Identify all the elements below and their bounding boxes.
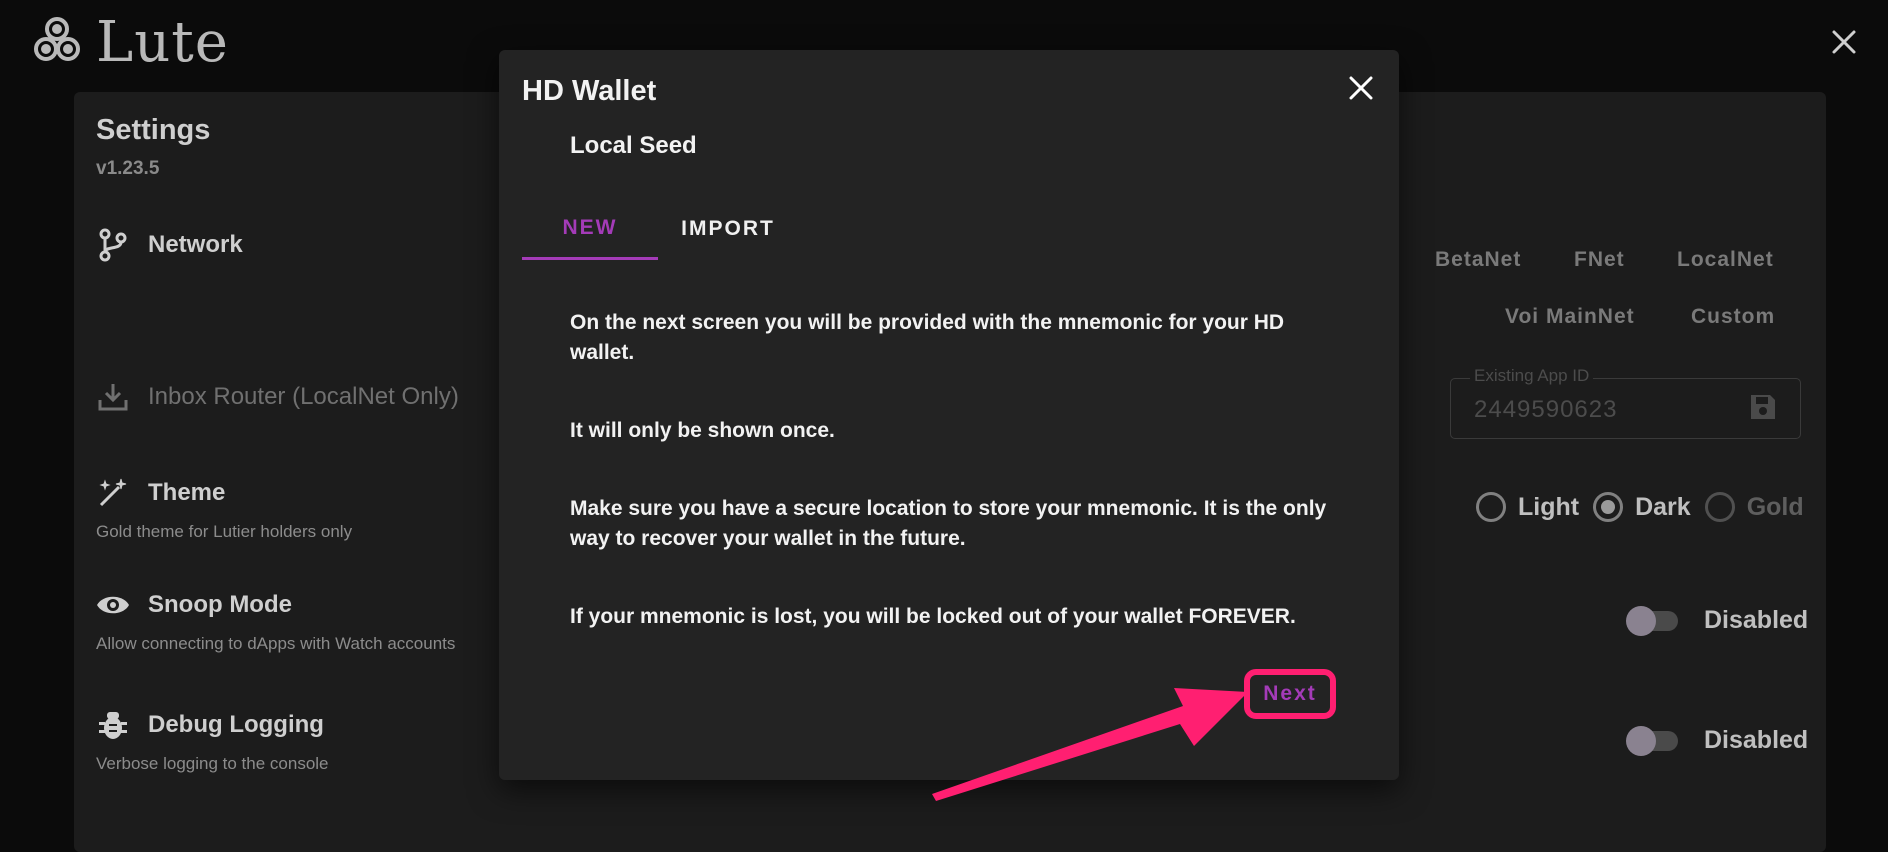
close-icon bbox=[1349, 76, 1373, 105]
info-paragraph: Make sure you have a secure location to … bbox=[570, 497, 1327, 550]
dialog-title: HD Wallet bbox=[522, 75, 657, 107]
magic-wand-icon bbox=[96, 476, 130, 510]
setting-inbox-router: Inbox Router (LocalNet Only) bbox=[96, 380, 459, 414]
setting-network: Network bbox=[96, 228, 243, 262]
next-button-highlight: Next bbox=[1244, 669, 1336, 719]
theme-radio-light[interactable] bbox=[1476, 492, 1506, 522]
snoop-mode-toggle[interactable] bbox=[1626, 605, 1682, 636]
setting-snoop-mode: Snoop Mode Allow connecting to dApps wit… bbox=[96, 588, 455, 654]
theme-description: Gold theme for Lutier holders only bbox=[96, 522, 353, 541]
close-icon bbox=[1831, 29, 1857, 60]
download-icon bbox=[96, 380, 130, 414]
hd-wallet-dialog: HD Wallet Local Seed NEW IMPORT On the n… bbox=[499, 50, 1399, 780]
theme-option-light-label: Light bbox=[1518, 492, 1580, 521]
warning-suffix: . bbox=[1289, 605, 1296, 628]
triskelion-icon bbox=[28, 11, 86, 74]
debug-logging-description: Verbose logging to the console bbox=[96, 754, 329, 773]
setting-debug-logging: Debug Logging Verbose logging to the con… bbox=[96, 708, 329, 774]
next-button[interactable]: Next bbox=[1257, 681, 1323, 707]
existing-app-id-value: 2449590623 bbox=[1474, 396, 1618, 423]
settings-title: Settings bbox=[96, 114, 211, 146]
network-chip-betanet[interactable]: BetaNet bbox=[1435, 248, 1521, 272]
network-chip-fnet[interactable]: FNet bbox=[1574, 248, 1625, 272]
seed-tabs: NEW IMPORT bbox=[522, 198, 798, 260]
save-icon[interactable] bbox=[1748, 392, 1778, 427]
eye-icon bbox=[96, 588, 130, 622]
debug-logging-toggle[interactable] bbox=[1626, 725, 1682, 756]
theme-options: Light Dark Gold bbox=[1476, 492, 1818, 522]
debug-logging-toggle-row: Disabled bbox=[1626, 725, 1809, 756]
bug-icon bbox=[96, 708, 130, 742]
branch-icon bbox=[96, 228, 130, 262]
snoop-mode-description: Allow connecting to dApps with Watch acc… bbox=[96, 634, 456, 653]
info-paragraph: On the next screen you will be provided … bbox=[570, 311, 1285, 364]
theme-label: Theme bbox=[148, 479, 226, 506]
network-chip-voi-mainnet[interactable]: Voi MainNet bbox=[1505, 305, 1635, 329]
theme-radio-dark[interactable] bbox=[1593, 492, 1624, 522]
debug-logging-label: Debug Logging bbox=[148, 711, 324, 738]
snoop-mode-state: Disabled bbox=[1704, 605, 1809, 634]
snoop-mode-toggle-row: Disabled bbox=[1626, 605, 1809, 636]
dialog-body: On the next screen you will be provided … bbox=[570, 308, 1330, 680]
setting-theme: Theme Gold theme for Lutier holders only bbox=[96, 476, 352, 542]
tab-import[interactable]: IMPORT bbox=[658, 198, 798, 260]
theme-option-dark-label: Dark bbox=[1635, 492, 1691, 521]
existing-app-id-label: Existing App ID bbox=[1470, 366, 1594, 386]
debug-logging-state: Disabled bbox=[1704, 725, 1809, 754]
inbox-router-label: Inbox Router (LocalNet Only) bbox=[148, 383, 459, 410]
warning-paragraph: If your mnemonic is lost, you will be lo… bbox=[570, 602, 1330, 632]
theme-option-gold-label: Gold bbox=[1746, 492, 1804, 521]
snoop-mode-label: Snoop Mode bbox=[148, 591, 292, 618]
tab-new[interactable]: NEW bbox=[522, 198, 658, 260]
warning-emphasis: FOREVER bbox=[1188, 605, 1290, 628]
dialog-subtitle: Local Seed bbox=[570, 132, 697, 159]
app-logo: Lute bbox=[28, 10, 229, 75]
dialog-close-button[interactable] bbox=[1341, 70, 1381, 110]
app-name: Lute bbox=[96, 10, 229, 75]
info-paragraph: It will only be shown once. bbox=[570, 419, 835, 442]
theme-radio-gold[interactable] bbox=[1704, 492, 1735, 522]
app-close-button[interactable] bbox=[1824, 24, 1864, 64]
warning-text: If your mnemonic is lost, you will be lo… bbox=[570, 605, 1189, 628]
network-chip-custom[interactable]: Custom bbox=[1691, 305, 1775, 329]
settings-version: v1.23.5 bbox=[96, 158, 160, 179]
network-label: Network bbox=[148, 231, 243, 258]
network-chip-localnet[interactable]: LocalNet bbox=[1677, 248, 1774, 272]
